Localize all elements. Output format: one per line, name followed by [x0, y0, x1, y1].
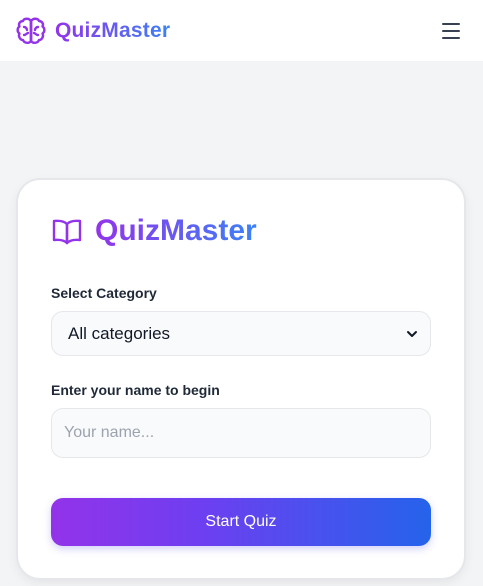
name-input[interactable] [51, 408, 431, 458]
name-label: Enter your name to begin [51, 382, 220, 398]
hamburger-menu-icon [442, 22, 460, 25]
brand-link[interactable]: QuizMaster [15, 15, 170, 47]
chevron-down-icon [406, 328, 418, 340]
brain-icon [15, 15, 47, 47]
navbar: QuizMaster [0, 0, 483, 61]
category-select[interactable]: All categories [51, 311, 431, 356]
menu-button[interactable] [437, 17, 465, 45]
book-open-icon [51, 215, 83, 247]
category-label: Select Category [51, 285, 157, 301]
card-title: QuizMaster [95, 214, 257, 247]
brand-name: QuizMaster [55, 18, 171, 42]
quiz-start-card: QuizMaster Select Category All categorie… [18, 180, 464, 578]
card-header: QuizMaster [51, 214, 431, 248]
start-quiz-button[interactable]: Start Quiz [51, 498, 431, 546]
category-selected-value: All categories [68, 323, 171, 343]
